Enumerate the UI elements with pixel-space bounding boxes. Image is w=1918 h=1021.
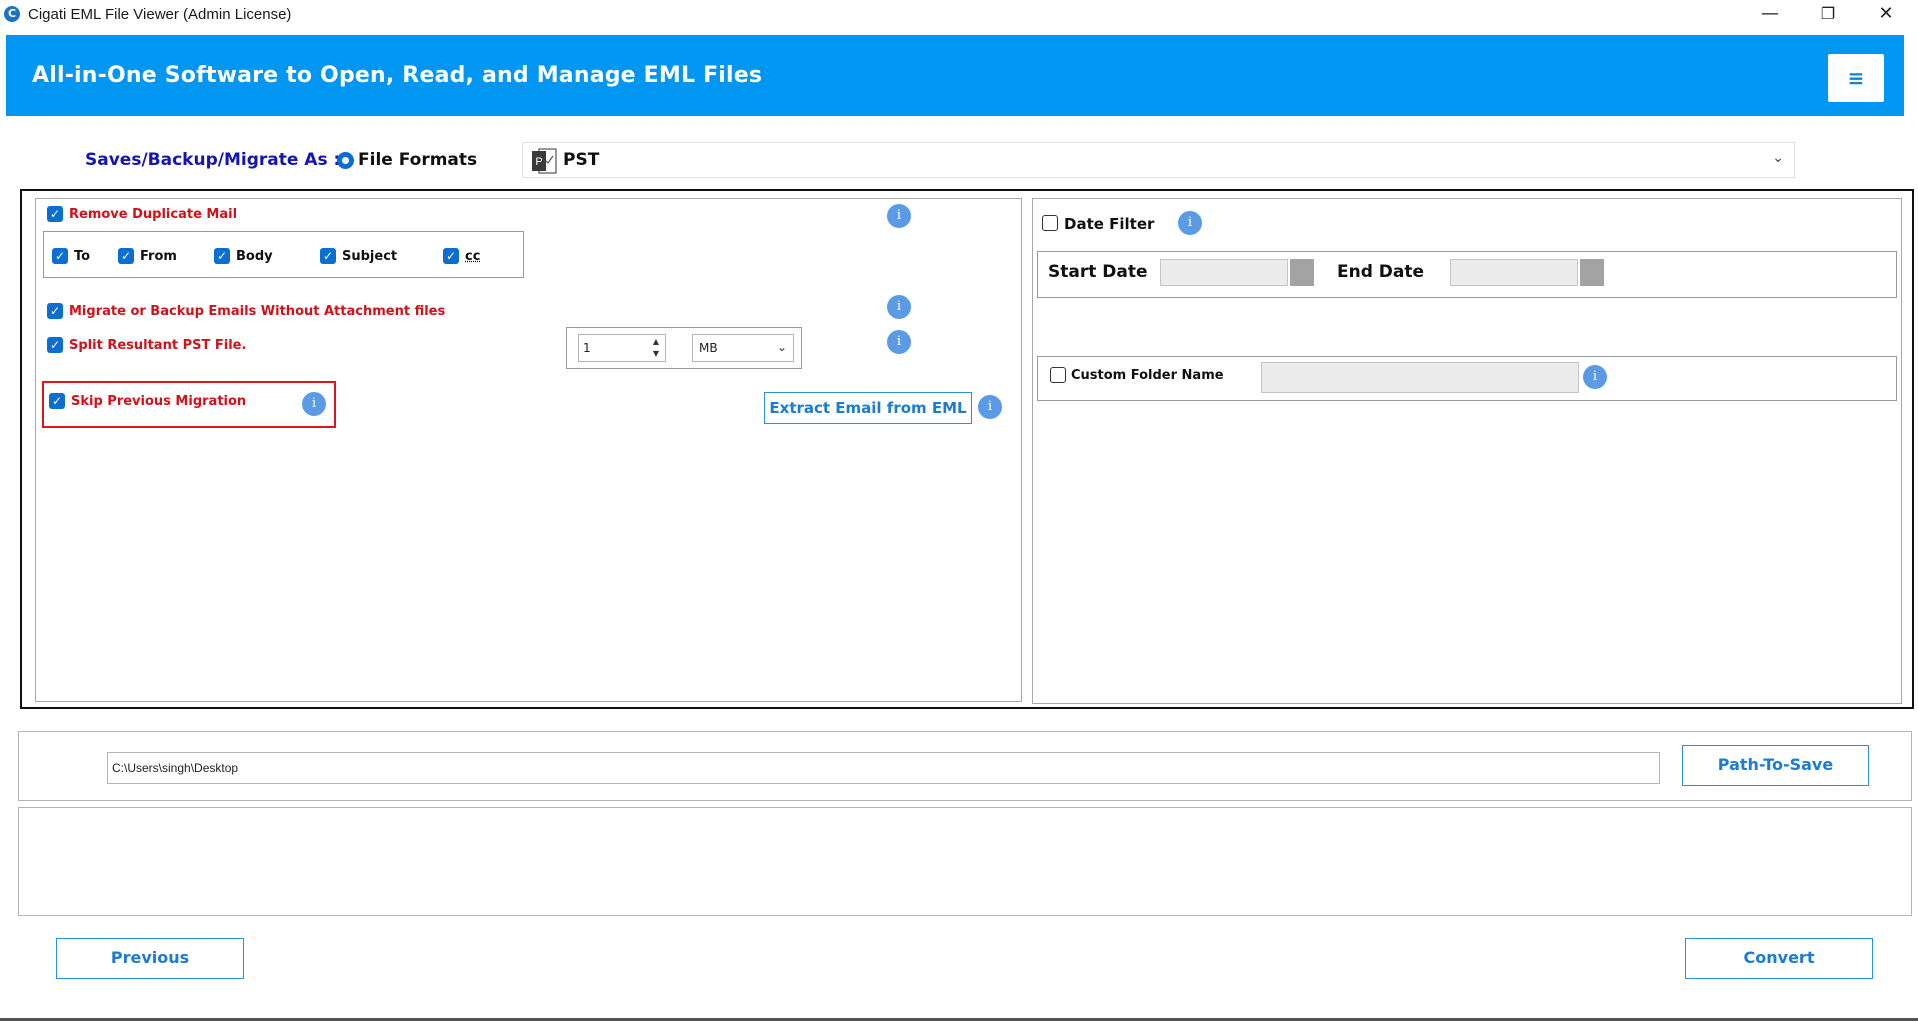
field-subject-label: Subject	[342, 249, 398, 264]
close-button[interactable]: ✕	[1858, 0, 1914, 30]
custom-folder-input[interactable]	[1261, 362, 1579, 393]
info-icon[interactable]: i	[887, 295, 911, 319]
skip-previous-checkbox[interactable]: ✓	[49, 393, 65, 409]
field-cc-label: cc	[465, 249, 481, 264]
split-unit-select[interactable]: MB ⌄	[692, 334, 794, 362]
start-date-input[interactable]	[1160, 259, 1288, 286]
svg-text:P: P	[535, 156, 542, 168]
convert-button[interactable]: Convert	[1685, 938, 1873, 979]
app-header: All-in-One Software to Open, Read, and M…	[6, 35, 1904, 116]
log-area	[18, 807, 1912, 916]
maximize-button[interactable]: ❐	[1800, 0, 1856, 30]
hamburger-menu-button[interactable]: ≡	[1828, 54, 1884, 102]
info-icon[interactable]: i	[1583, 365, 1607, 389]
title-bar: C Cigati EML File Viewer (Admin License)…	[0, 0, 1918, 30]
app-icon: C	[4, 6, 20, 22]
field-to-checkbox[interactable]: ✓	[52, 248, 68, 264]
hamburger-icon: ≡	[1847, 66, 1865, 90]
field-to-label: To	[74, 249, 91, 264]
field-body-checkbox[interactable]: ✓	[214, 248, 230, 264]
end-date-label: End Date	[1337, 262, 1425, 282]
path-to-save-button[interactable]: Path-To-Save	[1682, 745, 1869, 786]
info-icon[interactable]: i	[1178, 211, 1202, 235]
remove-duplicate-label: Remove Duplicate Mail	[69, 207, 238, 222]
without-attachment-label: Migrate or Backup Emails Without Attachm…	[69, 304, 446, 319]
split-size-value: 1	[583, 341, 591, 355]
remove-duplicate-checkbox[interactable]: ✓	[47, 206, 63, 222]
file-formats-radio-label[interactable]: File Formats	[358, 150, 477, 170]
format-selected-value: PST	[563, 150, 600, 170]
without-attachment-checkbox[interactable]: ✓	[47, 303, 63, 319]
pst-file-icon: P	[532, 148, 557, 174]
save-path-input[interactable]: C:\Users\singh\Desktop	[107, 752, 1660, 784]
field-subject-checkbox[interactable]: ✓	[320, 248, 336, 264]
saves-as-label: Saves/Backup/Migrate As :	[85, 150, 341, 170]
split-pst-label: Split Resultant PST File.	[69, 338, 247, 353]
chevron-down-icon: ⌄	[1772, 150, 1784, 166]
date-filter-label: Date Filter	[1064, 215, 1155, 233]
extract-email-button[interactable]: Extract Email from EML	[764, 392, 972, 424]
split-unit-value: MB	[699, 341, 718, 355]
field-from-checkbox[interactable]: ✓	[118, 248, 134, 264]
info-icon[interactable]: i	[887, 330, 911, 354]
save-path-value: C:\Users\singh\Desktop	[112, 761, 239, 775]
spinner-arrows-icon[interactable]: ▲ ▼	[649, 336, 663, 360]
start-date-label: Start Date	[1048, 262, 1148, 282]
end-date-picker-button[interactable]	[1580, 259, 1604, 286]
chevron-down-icon: ⌄	[776, 340, 787, 354]
start-date-picker-button[interactable]	[1290, 259, 1314, 286]
field-cc-checkbox[interactable]: ✓	[443, 248, 459, 264]
split-size-stepper[interactable]: 1 ▲ ▼	[578, 334, 666, 362]
format-dropdown[interactable]: P PST ⌄	[522, 142, 1795, 178]
custom-folder-checkbox[interactable]	[1050, 367, 1066, 383]
end-date-input[interactable]	[1450, 259, 1578, 286]
date-filter-checkbox[interactable]	[1042, 215, 1058, 231]
previous-button[interactable]: Previous	[56, 938, 244, 979]
window-title: Cigati EML File Viewer (Admin License)	[28, 6, 292, 23]
custom-folder-label: Custom Folder Name	[1071, 368, 1224, 383]
skip-previous-label: Skip Previous Migration	[71, 394, 247, 409]
info-icon[interactable]: i	[978, 395, 1002, 419]
file-formats-radio[interactable]	[337, 152, 354, 169]
field-from-label: From	[140, 249, 177, 264]
header-title: All-in-One Software to Open, Read, and M…	[32, 63, 763, 88]
info-icon[interactable]: i	[302, 392, 326, 416]
minimize-button[interactable]: —	[1742, 0, 1798, 30]
info-icon[interactable]: i	[887, 204, 911, 228]
split-pst-checkbox[interactable]: ✓	[47, 337, 63, 353]
field-body-label: Body	[236, 249, 273, 264]
